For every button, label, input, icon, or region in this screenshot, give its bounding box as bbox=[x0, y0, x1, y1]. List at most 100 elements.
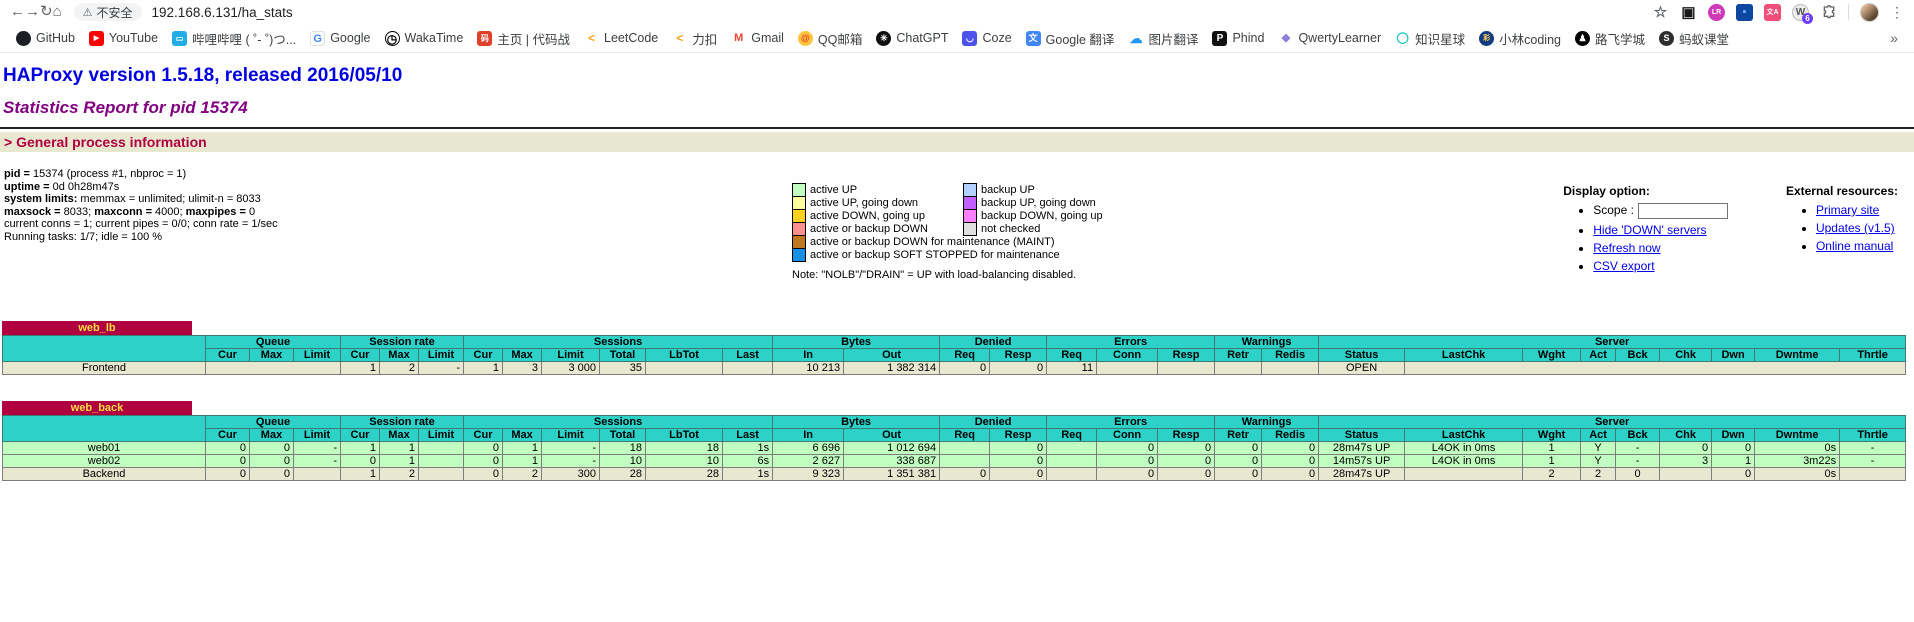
legend-swatch bbox=[793, 236, 806, 249]
bookmark-item-google[interactable]: GGoogle bbox=[310, 31, 370, 46]
forward-icon[interactable]: → bbox=[25, 3, 40, 20]
external-resource-link[interactable]: Updates (v1.5) bbox=[1816, 221, 1895, 235]
bookmark-label: 哔哩哔哩 ( ˚- ˚)つ... bbox=[192, 29, 296, 48]
legend-swatch bbox=[964, 223, 977, 236]
qwertylearner-favicon: ◆ bbox=[1278, 31, 1293, 46]
column-header: Total bbox=[600, 349, 646, 362]
section-heading: > General process information bbox=[0, 132, 1914, 152]
haproxy-version-link[interactable]: HAProxy version 1.5.18, released 2016/05… bbox=[3, 65, 1914, 87]
bookmarks-overflow-icon[interactable]: » bbox=[1890, 30, 1898, 46]
stat-cell: 10 213 bbox=[773, 362, 844, 375]
security-chip[interactable]: ⚠ 不安全 bbox=[74, 3, 142, 21]
stat-cell: 28m47s UP bbox=[1319, 468, 1405, 481]
bookmark-item-phind[interactable]: PPhind bbox=[1212, 31, 1264, 46]
bookmark-item-qq-mail[interactable]: @QQ邮箱 bbox=[798, 29, 862, 48]
stat-value-tooltip: 0 bbox=[1702, 442, 1708, 455]
column-group-header: Session rate bbox=[341, 416, 464, 429]
bookmark-label: QQ邮箱 bbox=[818, 29, 862, 48]
stat-value-tooltip: 3 bbox=[1702, 455, 1708, 468]
lightroom-extension-icon[interactable]: LR bbox=[1708, 4, 1725, 21]
bookmark-item-likou[interactable]: <力扣 bbox=[672, 29, 717, 48]
bookmark-item-lufei-xuecheng[interactable]: ♟路飞学城 bbox=[1575, 29, 1645, 48]
stat-cell: 0 bbox=[990, 362, 1047, 375]
stat-value-tooltip: 1 bbox=[370, 362, 376, 375]
github-favicon bbox=[16, 31, 31, 46]
bookmark-item-gmail[interactable]: MGmail bbox=[731, 31, 784, 46]
screenshot-extension-icon[interactable]: ▪ bbox=[1736, 4, 1753, 21]
column-group-header: Denied bbox=[940, 336, 1047, 349]
column-header: Out bbox=[844, 349, 940, 362]
stat-cell: 1 382 314 bbox=[844, 362, 940, 375]
process-info-line: uptime = 0d 0h28m47s bbox=[4, 181, 792, 194]
bookmark-label: 图片翻译 bbox=[1148, 29, 1198, 48]
column-header: LastChk bbox=[1405, 349, 1523, 362]
stat-cell: 0 bbox=[1158, 442, 1215, 455]
qr-extension-icon[interactable]: ▣ bbox=[1680, 4, 1697, 21]
display-option-link[interactable]: Refresh now bbox=[1593, 241, 1660, 255]
external-resource-link[interactable]: Online manual bbox=[1816, 239, 1893, 253]
bookmark-item-github[interactable]: GitHub bbox=[16, 31, 75, 46]
bookmark-item-youtube[interactable]: ▶YouTube bbox=[89, 31, 158, 46]
stat-cell: 0 bbox=[1616, 468, 1660, 481]
column-group-header: Queue bbox=[206, 416, 341, 429]
stat-cell: 14m57s UP bbox=[1319, 455, 1405, 468]
translate-extension-icon[interactable]: 文A bbox=[1764, 4, 1781, 21]
display-option-link[interactable]: CSV export bbox=[1593, 259, 1654, 273]
scope-input[interactable] bbox=[1638, 203, 1728, 219]
extensions-puzzle-icon[interactable] bbox=[1820, 4, 1837, 21]
stat-cell: 9 323 bbox=[773, 468, 844, 481]
profile-avatar[interactable] bbox=[1860, 3, 1879, 22]
bookmark-item-zhishixingqiu[interactable]: ◯知识星球 bbox=[1395, 29, 1465, 48]
external-resource-link[interactable]: Primary site bbox=[1816, 203, 1879, 217]
stat-cell: - bbox=[294, 455, 341, 468]
bookmark-item-bilibili[interactable]: ▭哔哩哔哩 ( ˚- ˚)つ... bbox=[172, 29, 296, 48]
url-text[interactable]: 192.168.6.131/ha_stats bbox=[152, 5, 293, 20]
stat-cell bbox=[940, 455, 990, 468]
refresh-icon[interactable]: ↻ bbox=[40, 3, 53, 20]
header-group-row: QueueSession rateSessionsBytesDeniedErro… bbox=[3, 416, 1906, 429]
bookmark-item-google-translate[interactable]: 文Google 翻译 bbox=[1026, 29, 1115, 48]
wordpress-extension-icon[interactable]: W6 bbox=[1792, 4, 1809, 21]
stat-cell: 0 bbox=[206, 442, 250, 455]
bookmark-item-xiaolin-coding[interactable]: 彩小林coding bbox=[1479, 29, 1561, 48]
zhishixingqiu-favicon: ◯ bbox=[1395, 31, 1410, 46]
legend-label: backup DOWN, going up bbox=[977, 210, 1109, 223]
stat-cell: 0 bbox=[1215, 442, 1262, 455]
bookmark-item-chatgpt[interactable]: ✳ChatGPT bbox=[876, 31, 948, 46]
legend-row: active or backup SOFT STOPPED for mainte… bbox=[793, 249, 1109, 262]
security-label: 不安全 bbox=[97, 4, 133, 21]
stat-cell: 0 bbox=[1712, 442, 1755, 455]
back-icon[interactable]: ← bbox=[10, 3, 25, 20]
column-header: In bbox=[773, 349, 844, 362]
display-option-link[interactable]: Hide 'DOWN' servers bbox=[1593, 223, 1706, 237]
stat-cell: 0 bbox=[250, 455, 294, 468]
bookmark-item-wakatime[interactable]: ◷WakaTime bbox=[385, 31, 464, 46]
process-info-line: maxsock = 8033; maxconn = 4000; maxpipes… bbox=[4, 206, 792, 219]
bookmark-label: WakaTime bbox=[405, 31, 464, 45]
home-icon[interactable]: ⌂ bbox=[53, 3, 62, 20]
bookmark-star-icon[interactable]: ☆ bbox=[1652, 4, 1669, 21]
table-row-web02: web0200-0101-10106s2 627338 6870000014m5… bbox=[3, 455, 1906, 468]
column-header: Limit bbox=[542, 349, 600, 362]
divider-rule bbox=[0, 127, 1914, 129]
stat-cell: 1 bbox=[503, 455, 542, 468]
legend-row: active DOWN, going upbackup DOWN, going … bbox=[793, 210, 1109, 223]
column-header: Resp bbox=[990, 349, 1047, 362]
stat-cell: 0 bbox=[250, 468, 294, 481]
bookmark-item-qwertylearner[interactable]: ◆QwertyLearner bbox=[1278, 31, 1381, 46]
bookmark-item-mayi-ketang[interactable]: S蚂蚁课堂 bbox=[1659, 29, 1729, 48]
stat-value-tooltip: 2 bbox=[409, 362, 415, 375]
bookmark-item-codewar-home[interactable]: 码主页 | 代码战 bbox=[477, 29, 570, 48]
address-bar[interactable]: ⚠ 不安全 192.168.6.131/ha_stats bbox=[70, 2, 1260, 22]
bookmark-item-image-translate[interactable]: ☁图片翻译 bbox=[1128, 29, 1198, 48]
bookmark-item-coze[interactable]: ◡Coze bbox=[962, 31, 1011, 46]
menu-kebab-icon[interactable]: ⋮ bbox=[1890, 4, 1904, 21]
legend-swatch bbox=[964, 210, 977, 223]
wordpress-extension-icon-badge: 6 bbox=[1802, 13, 1813, 24]
stat-cell: 0 bbox=[990, 455, 1047, 468]
legend-label: active or backup DOWN for maintenance (M… bbox=[806, 236, 1109, 249]
column-header: Status bbox=[1319, 349, 1405, 362]
bookmark-item-leetcode[interactable]: <LeetCode bbox=[584, 31, 658, 46]
legend-row: active or backup DOWN for maintenance (M… bbox=[793, 236, 1109, 249]
legend-swatch bbox=[964, 184, 977, 197]
